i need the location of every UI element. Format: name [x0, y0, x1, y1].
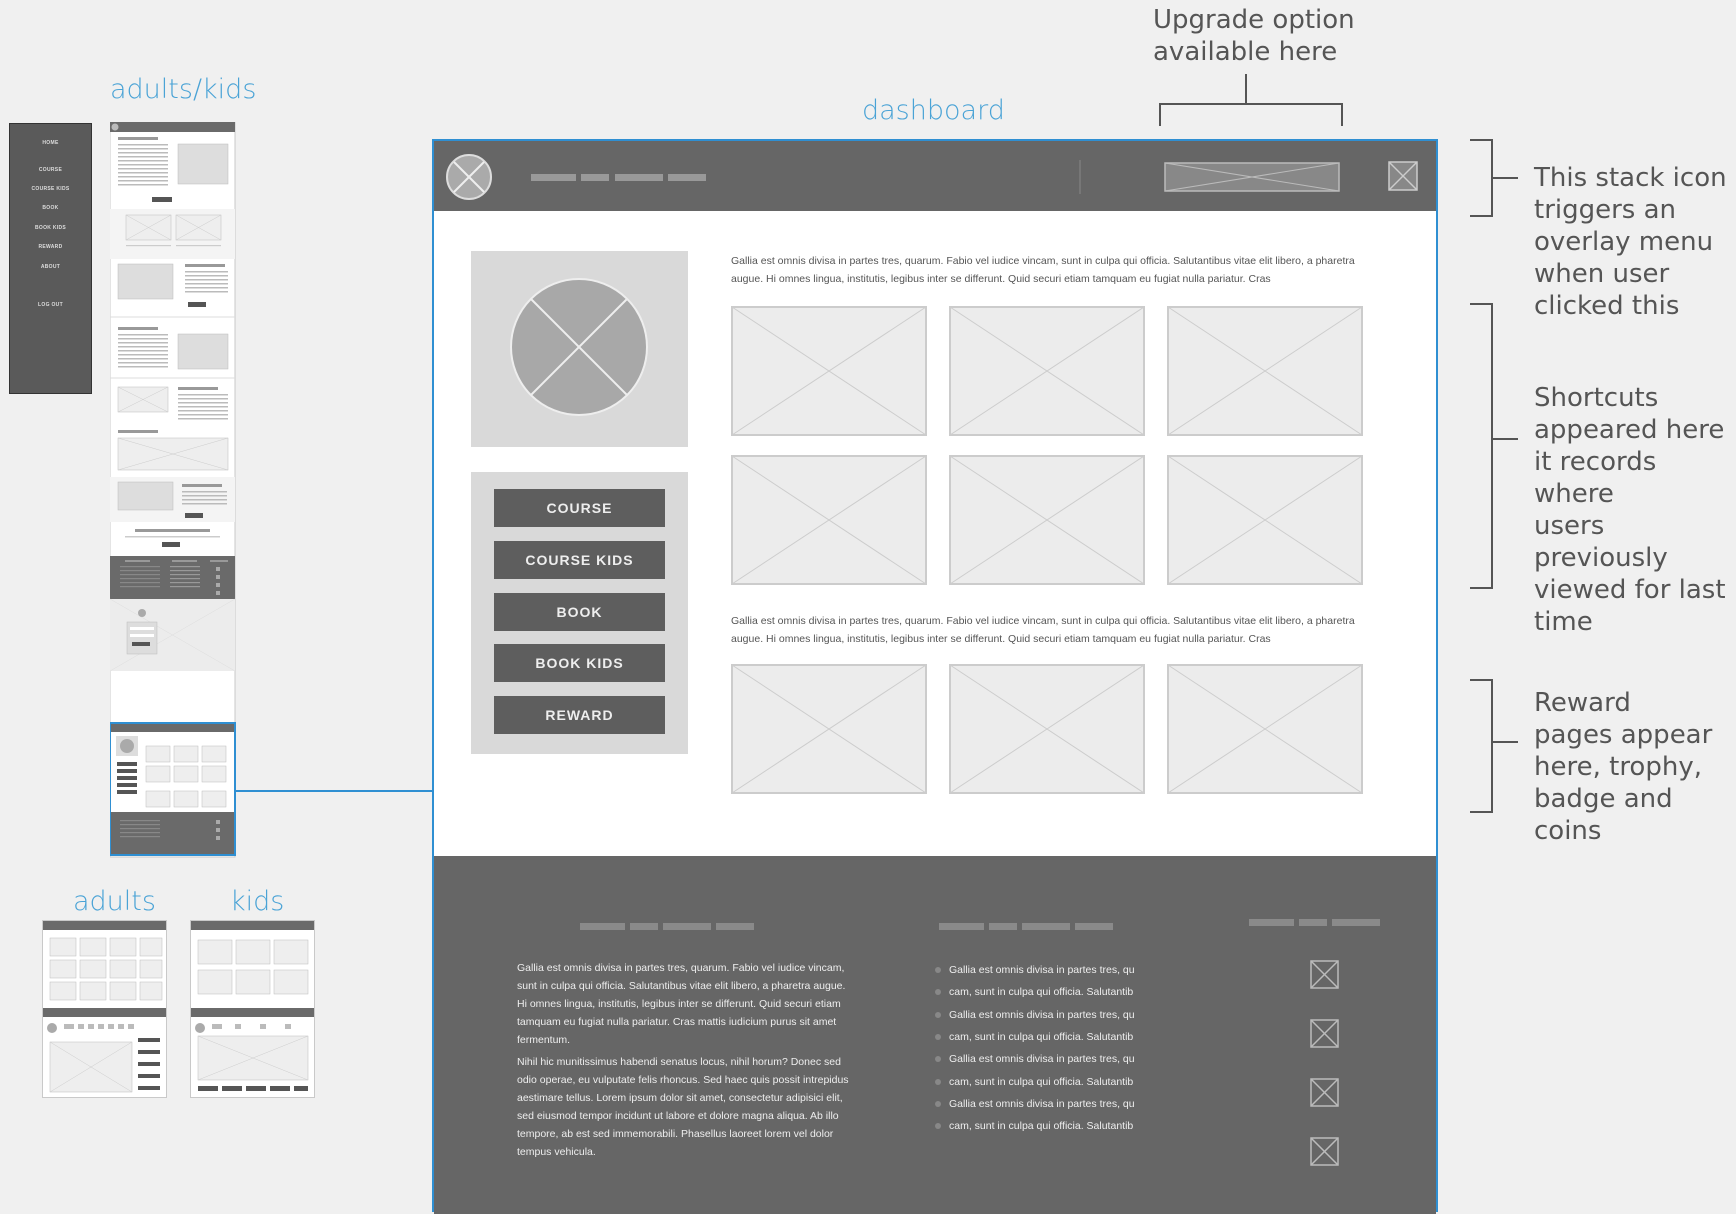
- menu-item-reward[interactable]: REWARD: [10, 244, 91, 250]
- shortcuts-grid: [731, 306, 1363, 585]
- upgrade-annotation-line: available here: [1153, 37, 1338, 67]
- adults-kids-label: adults/kids: [110, 74, 257, 105]
- stack-annotation-line: clicked this: [1534, 291, 1680, 321]
- footer-heading-placeholder: [630, 923, 658, 930]
- stack-annotation-line: overlay menu: [1534, 227, 1714, 257]
- dashboard-label: dashboard: [862, 95, 1005, 126]
- profile-image-placeholder: [471, 251, 688, 447]
- menu-item-about[interactable]: ABOUT: [10, 264, 91, 270]
- shortcuts-annotation-line: it records where: [1534, 447, 1657, 509]
- rewards-grid: [731, 664, 1363, 794]
- upgrade-bracket: [1159, 74, 1343, 126]
- kids-label: kids: [230, 886, 285, 917]
- reward-annotation-line: Reward: [1534, 688, 1631, 718]
- footer-list-item[interactable]: Gallia est omnis divisa in partes tres, …: [935, 1053, 1145, 1065]
- footer-paragraph: Gallia est omnis divisa in partes tres, …: [517, 962, 846, 1046]
- footer-about-text: Gallia est omnis divisa in partes tres, …: [517, 959, 852, 1165]
- nav-link-placeholder[interactable]: [531, 174, 576, 181]
- reward-button[interactable]: REWARD: [494, 696, 665, 734]
- footer-list-item[interactable]: cam, sunt in culpa qui officia. Salutant…: [935, 986, 1145, 998]
- footer-heading-placeholder: [1022, 923, 1070, 930]
- footer-heading-placeholder: [989, 923, 1017, 930]
- stack-annotation-line: triggers an: [1534, 195, 1677, 225]
- adults-page-thumbnail: [42, 920, 167, 1098]
- footer-paragraph: Nihil hic munitissimus habendi senatus l…: [517, 1056, 849, 1158]
- book-button[interactable]: BOOK: [494, 593, 665, 631]
- shortcuts-annotation: Shortcuts appeared here it records where…: [1534, 382, 1736, 638]
- stack-icon-annotation: This stack icon triggers an overlay menu…: [1534, 162, 1727, 322]
- shortcuts-annotation-line: time: [1534, 607, 1593, 637]
- stack-icon-bracket: [1470, 139, 1518, 217]
- footer-list-item[interactable]: cam, sunt in culpa qui officia. Salutant…: [935, 1120, 1145, 1132]
- shortcuts-annotation-line: users previously: [1534, 511, 1668, 573]
- course-button[interactable]: COURSE: [494, 489, 665, 527]
- shortcuts-annotation-line: Shortcuts: [1534, 383, 1659, 413]
- menu-item-course-kids[interactable]: COURSE KIDS: [10, 186, 91, 192]
- footer-heading-placeholder: [716, 923, 754, 930]
- thumbnail-connector-line: [236, 790, 432, 792]
- adults-label: adults: [73, 886, 156, 917]
- menu-item-home[interactable]: HOME: [10, 140, 91, 146]
- reward-annotation-line: coins: [1534, 816, 1602, 846]
- footer-list-item[interactable]: cam, sunt in culpa qui officia. Salutant…: [935, 1076, 1145, 1088]
- book-kids-button[interactable]: BOOK KIDS: [494, 644, 665, 682]
- stack-menu-icon[interactable]: [1388, 161, 1418, 191]
- dashboard-header: [434, 141, 1436, 211]
- stack-annotation-line: This stack icon: [1534, 163, 1727, 193]
- upgrade-annotation: Upgrade option available here: [1153, 4, 1355, 68]
- footer-heading-placeholder: [1249, 919, 1294, 926]
- stack-annotation-line: when user: [1534, 259, 1670, 289]
- footer-list-item[interactable]: Gallia est omnis divisa in partes tres, …: [935, 1098, 1145, 1110]
- nav-link-placeholder[interactable]: [581, 174, 609, 181]
- footer-heading-placeholder: [1075, 923, 1113, 930]
- page-flow-thumbnail-strip: [110, 122, 236, 858]
- header-divider: [1079, 160, 1081, 194]
- reward-annotation-line: badge and: [1534, 784, 1673, 814]
- nav-link-placeholder[interactable]: [668, 174, 706, 181]
- menu-item-course[interactable]: COURSE: [10, 167, 91, 173]
- avatar-icon[interactable]: [444, 152, 494, 202]
- footer-list-item[interactable]: cam, sunt in culpa qui officia. Salutant…: [935, 1031, 1145, 1043]
- upgrade-annotation-line: Upgrade option: [1153, 5, 1355, 35]
- reward-annotation-line: pages appear: [1534, 720, 1713, 750]
- overlay-menu-thumbnail: HOME COURSE COURSE KIDS BOOK BOOK KIDS R…: [9, 123, 92, 394]
- shortcuts-annotation-line: viewed for last: [1534, 575, 1726, 605]
- footer-heading-placeholder: [1332, 919, 1380, 926]
- upgrade-button[interactable]: [1164, 162, 1340, 192]
- footer-heading-placeholder: [663, 923, 711, 930]
- footer-heading-placeholder: [939, 923, 984, 930]
- footer-list-item[interactable]: Gallia est omnis divisa in partes tres, …: [935, 964, 1145, 976]
- menu-item-log-out[interactable]: LOG OUT: [10, 302, 91, 308]
- rewards-intro-text: Gallia est omnis divisa in partes tres, …: [731, 615, 1355, 645]
- footer-heading-placeholder: [580, 923, 625, 930]
- course-kids-button[interactable]: COURSE KIDS: [494, 541, 665, 579]
- dashboard-wireframe: COURSE COURSE KIDS BOOK BOOK KIDS REWARD…: [432, 139, 1438, 1214]
- footer-heading-placeholder: [1299, 919, 1327, 926]
- dashboard-footer: Gallia est omnis divisa in partes tres, …: [434, 856, 1436, 1214]
- nav-link-placeholder[interactable]: [615, 174, 663, 181]
- kids-page-thumbnail: [190, 920, 315, 1098]
- menu-item-book-kids[interactable]: BOOK KIDS: [10, 225, 91, 231]
- reward-annotation-line: here, trophy,: [1534, 752, 1702, 782]
- shortcut-nav-panel: COURSE COURSE KIDS BOOK BOOK KIDS REWARD: [471, 472, 688, 754]
- footer-list-item[interactable]: Gallia est omnis divisa in partes tres, …: [935, 1009, 1145, 1021]
- reward-annotation: Reward pages appear here, trophy, badge …: [1534, 687, 1712, 847]
- social-icons-column: [1310, 960, 1339, 1166]
- reward-bracket: [1470, 679, 1518, 813]
- menu-item-book[interactable]: BOOK: [10, 205, 91, 211]
- shortcuts-bracket: [1470, 303, 1518, 589]
- shortcuts-annotation-line: appeared here: [1534, 415, 1725, 445]
- shortcuts-intro-text: Gallia est omnis divisa in partes tres, …: [731, 255, 1355, 285]
